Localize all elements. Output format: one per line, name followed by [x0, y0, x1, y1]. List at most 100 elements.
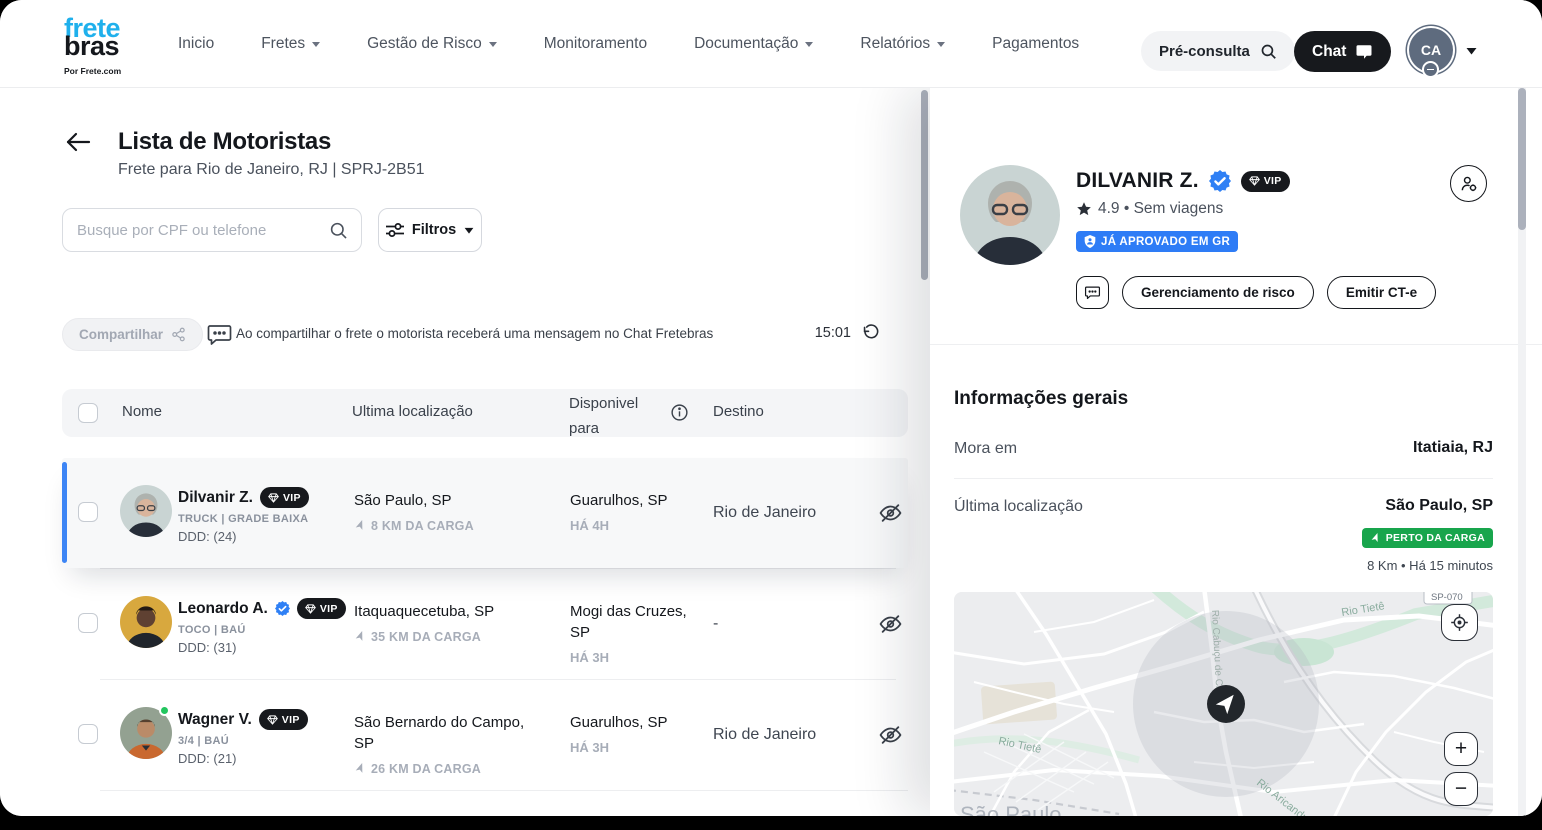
last-location-label: Última localização — [954, 498, 1083, 516]
nav-inicio[interactable]: Inicio — [178, 35, 214, 53]
chat-button[interactable]: Chat — [1294, 31, 1391, 72]
driver-row-leonardo[interactable]: Leonardo A. VIP TOCO | BAÚ — [62, 569, 908, 679]
column-name: Nome — [122, 403, 162, 420]
eye-slash-icon[interactable] — [878, 612, 903, 637]
list-scrollbar-thumb[interactable] — [921, 90, 928, 280]
available-for-cell: Mogi das Cruzes, SP HÁ 3H — [570, 601, 690, 665]
nav-gestao-de-risco[interactable]: Gestão de Risco — [367, 35, 497, 53]
driver-avatar — [120, 485, 172, 537]
user-gear-icon — [1459, 174, 1479, 194]
drawer-scrollbar-thumb[interactable] — [1518, 88, 1526, 230]
emit-cte-button[interactable]: Emitir CT-e — [1327, 276, 1436, 309]
map-label-city: São Paulo — [960, 802, 1062, 816]
chevron-down-icon — [489, 42, 497, 47]
driver-name-row: DILVANIR Z. VIP — [1076, 169, 1290, 193]
driver-rating: 4.9 • Sem viagens — [1076, 200, 1223, 218]
user-menu-chevron-down-icon[interactable] — [1466, 47, 1477, 55]
section-divider — [930, 344, 1542, 345]
share-hint-text: Ao compartilhar o frete o motorista rece… — [236, 326, 713, 341]
nav-pagamentos[interactable]: Pagamentos — [992, 35, 1079, 53]
map-locate-button[interactable] — [1441, 604, 1478, 641]
eye-slash-icon[interactable] — [878, 501, 903, 526]
star-icon — [1076, 201, 1092, 217]
select-all-checkbox[interactable] — [78, 403, 98, 423]
preconsulta-button[interactable]: Pré-consulta — [1141, 31, 1295, 71]
driver-row-wagner[interactable]: Wagner V. VIP 3/4 | BAÚ DDD: (21) São Be… — [62, 680, 908, 789]
share-button[interactable]: Compartilhar — [62, 318, 203, 351]
driver-name: Leonardo A. — [178, 600, 268, 618]
navigation-arrow-icon — [352, 629, 368, 645]
lives-in-value: Itatiaia, RJ — [1413, 439, 1493, 457]
vip-badge: VIP — [1241, 171, 1290, 192]
general-info-title: Informações gerais — [954, 388, 1128, 410]
row-checkbox[interactable] — [78, 502, 98, 522]
logo-bras: bras — [64, 34, 121, 58]
page-subtitle: Frete para Rio de Janeiro, RJ | SPRJ-2B5… — [118, 161, 425, 179]
eye-slash-icon[interactable] — [878, 722, 903, 747]
shield-user-icon — [1084, 235, 1096, 248]
navigation-arrow-icon — [1368, 531, 1383, 546]
fretebras-logo[interactable]: frete bras Por Frete.com — [64, 16, 121, 83]
last-location-cell: Itaquaquecetuba, SP 35 KM DA CARGA — [354, 601, 544, 644]
user-settings-button[interactable] — [1450, 165, 1487, 202]
driver-identity: Leonardo A. VIP TOCO | BAÚ — [178, 598, 346, 655]
available-ago: HÁ 3H — [570, 740, 690, 755]
online-status-dot — [159, 705, 170, 716]
destination-cell: - — [713, 615, 718, 633]
last-location-cell: São Bernardo do Campo, SP 26 KM DA CARGA — [354, 712, 544, 776]
driver-name: DILVANIR Z. — [1076, 169, 1199, 193]
map-zoom-in-button[interactable]: + — [1444, 732, 1478, 766]
search-icon[interactable] — [329, 221, 348, 240]
main-nav: Inicio Fretes Gestão de Risco Monitorame… — [178, 0, 1079, 88]
available-ago: HÁ 4H — [570, 518, 690, 533]
driver-identity: Dilvanir Z. VIP TRUCK | GRADE BAIXA DDD:… — [178, 487, 309, 544]
chevron-down-icon — [464, 227, 474, 234]
nav-relatorios[interactable]: Relatórios — [860, 35, 945, 53]
app-window: frete bras Por Frete.com Inicio Fretes G… — [0, 0, 1542, 816]
row-checkbox[interactable] — [78, 724, 98, 744]
share-row: Compartilhar Ao compartilhar o frete o m… — [62, 318, 908, 352]
chevron-down-icon — [805, 42, 813, 47]
diamond-icon — [305, 604, 316, 614]
location-map[interactable]: Rio Tietê Rio Tietê Rio Cabuçu de Cima R… — [954, 592, 1493, 816]
available-for-cell: Guarulhos, SP HÁ 3H — [570, 712, 690, 755]
refresh-history-icon[interactable] — [861, 323, 880, 342]
last-refresh-time: 15:01 — [815, 325, 851, 341]
destination-cell: Rio de Janeiro — [713, 504, 816, 522]
diamond-icon — [1249, 176, 1260, 186]
navigation-arrow-icon — [352, 761, 368, 777]
locate-crosshair-icon — [1450, 613, 1469, 632]
row-checkbox[interactable] — [78, 613, 98, 633]
risk-management-button[interactable]: Gerenciamento de risco — [1122, 276, 1314, 309]
search-icon — [1260, 43, 1277, 60]
driver-row-dilvanir[interactable]: Dilvanir Z. VIP TRUCK | GRADE BAIXA DDD:… — [62, 458, 908, 568]
search-input[interactable] — [77, 209, 327, 251]
driver-location-marker[interactable] — [1207, 685, 1245, 723]
map-zoom-out-button[interactable]: − — [1444, 772, 1478, 806]
driver-avatar — [120, 596, 172, 648]
logo-tagline: Por Frete.com — [64, 59, 121, 83]
info-icon[interactable] — [670, 403, 689, 422]
user-avatar[interactable]: CA — [1409, 28, 1453, 72]
driver-list-panel: Lista de Motoristas Frete para Rio de Ja… — [0, 88, 930, 816]
filters-button[interactable]: Filtros — [378, 208, 482, 252]
back-arrow-icon[interactable] — [64, 130, 92, 154]
vehicle-type: TOCO | BAÚ — [178, 624, 346, 636]
gr-approved-badge: JÁ APROVADO EM GR — [1076, 231, 1238, 252]
open-chat-button[interactable] — [1076, 276, 1109, 309]
diamond-icon — [267, 715, 278, 725]
status-minus-badge — [1422, 61, 1439, 78]
column-destination: Destino — [713, 403, 764, 420]
message-dots-icon — [206, 321, 233, 348]
nav-monitoramento[interactable]: Monitoramento — [544, 35, 647, 53]
lives-in-label: Mora em — [954, 440, 1017, 458]
distance-from-cargo: 35 KM DA CARGA — [371, 630, 481, 644]
chat-bubble-icon — [1355, 43, 1373, 61]
nav-documentacao[interactable]: Documentação — [694, 35, 813, 53]
column-available-for: Disponivel para — [569, 391, 643, 441]
driver-rows: Dilvanir Z. VIP TRUCK | GRADE BAIXA DDD:… — [62, 458, 908, 789]
location-meta: 8 Km • Há 15 minutos — [1367, 558, 1493, 573]
nav-fretes[interactable]: Fretes — [261, 35, 320, 53]
column-last-location: Ultima localização — [352, 403, 473, 420]
filter-sliders-icon — [386, 222, 404, 238]
